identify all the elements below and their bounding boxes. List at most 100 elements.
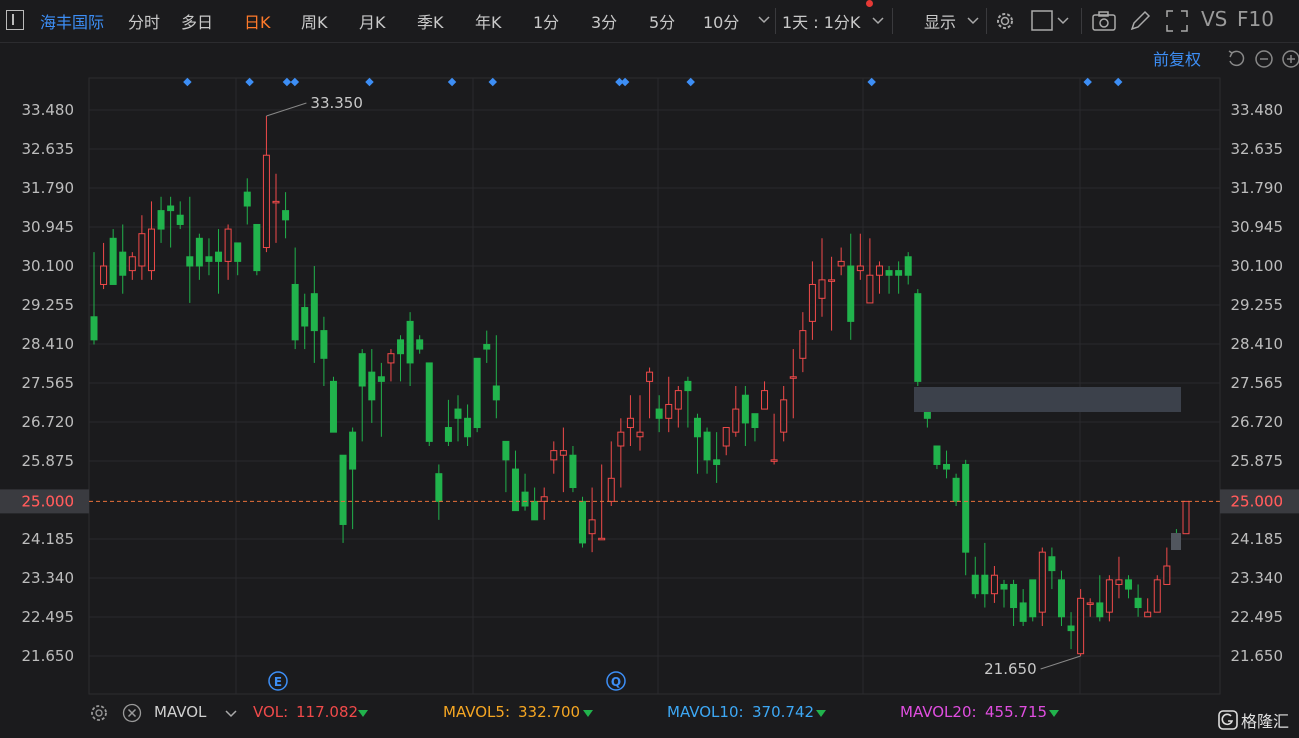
- candle-body: [282, 210, 290, 221]
- dividend-marker[interactable]: [447, 77, 457, 87]
- candle: [521, 473, 529, 511]
- dividend-marker[interactable]: [245, 77, 254, 87]
- candle-body: [770, 459, 778, 462]
- dividend-marker[interactable]: [620, 77, 630, 87]
- candle-body: [741, 394, 749, 424]
- brand-logo-icon: [1218, 710, 1238, 730]
- y-tick-label-right: 26.720: [1231, 413, 1284, 431]
- candle: [147, 201, 155, 280]
- crosshair-tooltip-box[interactable]: [914, 387, 1181, 412]
- gear-icon[interactable]: [89, 703, 109, 723]
- candle-body: [253, 223, 261, 272]
- candle-body: [1144, 611, 1152, 618]
- candle: [1182, 500, 1190, 535]
- candle-body: [157, 210, 165, 230]
- candle-body: [1182, 500, 1190, 535]
- candle-body: [483, 343, 491, 350]
- candle: [1163, 547, 1171, 585]
- y-tick-label-left: 26.720: [22, 413, 75, 431]
- candle-body: [607, 477, 615, 502]
- dividend-marker[interactable]: [686, 77, 695, 87]
- candle-body: [205, 256, 213, 262]
- y-tick-label-left: 24.185: [22, 530, 75, 548]
- candle-body: [310, 293, 318, 332]
- mavol5-label: MAVOL5:: [443, 703, 511, 721]
- candle-body: [655, 408, 663, 419]
- candle: [1010, 579, 1018, 626]
- candle: [1105, 575, 1113, 622]
- candle-body: [866, 274, 874, 304]
- candle-body: [713, 459, 721, 465]
- brand-name: 格隆汇: [1241, 712, 1290, 731]
- vol-value: 117.082: [296, 703, 359, 721]
- last-bar-marker: [1171, 533, 1181, 550]
- candle-body: [435, 473, 443, 502]
- candle-body: [416, 339, 424, 350]
- candle: [224, 224, 232, 280]
- dividend-marker[interactable]: [488, 77, 498, 87]
- dividend-marker[interactable]: [867, 77, 876, 87]
- candle: [626, 395, 634, 446]
- candle-body: [1115, 579, 1123, 585]
- close-icon[interactable]: [122, 703, 142, 723]
- candle: [579, 496, 587, 548]
- candle-body: [234, 242, 242, 262]
- y-tick-label-left: 30.945: [22, 218, 75, 236]
- candle-body: [406, 320, 414, 364]
- candle-body: [761, 390, 769, 410]
- candle-body: [981, 574, 989, 595]
- candle-body: [780, 399, 788, 433]
- candle: [607, 441, 615, 506]
- candle-body: [147, 228, 155, 272]
- y-tick-label-right: 23.340: [1231, 569, 1284, 587]
- dividend-marker[interactable]: [290, 77, 300, 87]
- indicator-chevron-icon[interactable]: [225, 708, 237, 720]
- y-tick-label-left: 25.000: [22, 492, 75, 510]
- candle: [808, 261, 816, 340]
- candle-body: [598, 537, 606, 541]
- dividend-marker[interactable]: [282, 77, 292, 87]
- y-tick-label-left: 25.875: [22, 452, 75, 470]
- candle: [770, 413, 778, 465]
- candle-body: [215, 251, 223, 262]
- candle: [157, 196, 165, 243]
- y-tick-label-left: 21.650: [22, 647, 75, 665]
- candle-body: [1163, 565, 1171, 585]
- y-tick-label-right: 25.875: [1231, 452, 1284, 470]
- candle: [339, 454, 347, 543]
- candle: [780, 386, 788, 442]
- candle-body: [1019, 602, 1027, 622]
- y-tick-label-right: 29.255: [1231, 296, 1284, 314]
- y-tick-label-right: 24.185: [1231, 530, 1284, 548]
- y-tick-label-right: 25.000: [1231, 492, 1284, 510]
- candle: [550, 441, 558, 474]
- indicator-select[interactable]: MAVOL: [154, 703, 206, 721]
- candlestick-chart[interactable]: 25.000 25.000 33.350 21.650 E Q 33.480 33.480 3…: [0, 0, 1299, 738]
- candle: [205, 238, 213, 276]
- candle: [904, 252, 912, 285]
- candle-body: [291, 283, 299, 341]
- candle-body: [243, 191, 251, 207]
- candle-body: [186, 256, 194, 267]
- candle: [1019, 589, 1027, 626]
- candle: [1086, 598, 1094, 617]
- candle-body: [1134, 597, 1142, 609]
- dividend-marker[interactable]: [183, 77, 192, 87]
- candle: [1144, 598, 1152, 618]
- y-tick-label-right: 28.410: [1231, 335, 1284, 353]
- candle-body: [1057, 579, 1065, 618]
- candle: [262, 116, 270, 253]
- candle-body: [646, 371, 654, 382]
- candle-body: [397, 339, 405, 355]
- dividend-marker[interactable]: [1083, 77, 1092, 87]
- low-annotation-label: 21.650: [984, 660, 1037, 678]
- candle-body: [1067, 625, 1075, 632]
- dividend-marker[interactable]: [365, 77, 374, 87]
- candle-body: [358, 353, 366, 387]
- candle-body: [847, 265, 855, 322]
- y-tick-label-right: 33.480: [1231, 101, 1284, 119]
- candle-body: [329, 380, 337, 433]
- y-tick-label-left: 32.635: [22, 140, 75, 158]
- candle-body: [1105, 579, 1113, 613]
- dividend-marker[interactable]: [1113, 77, 1123, 87]
